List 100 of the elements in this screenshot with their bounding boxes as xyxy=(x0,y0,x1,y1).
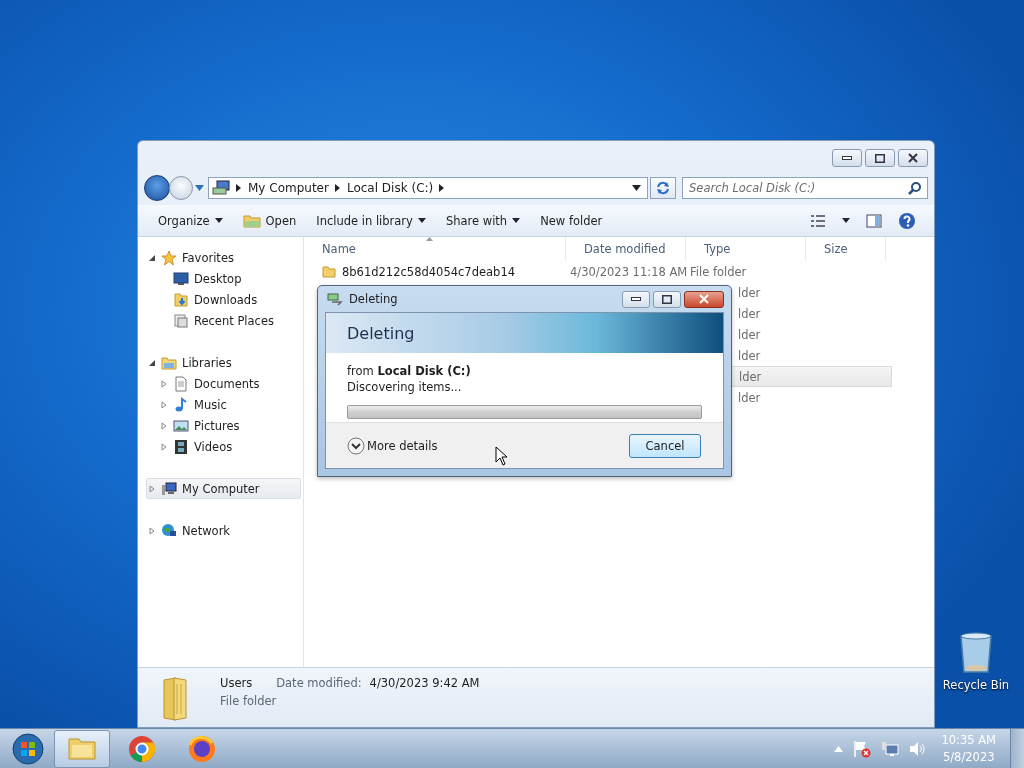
folder-icon xyxy=(322,265,336,278)
chevron-down-icon xyxy=(347,436,365,455)
desktop-icon[interactable]: Recycle Bin xyxy=(940,630,1012,692)
status-text: Discovering items... xyxy=(347,379,463,395)
chevron-icon xyxy=(236,184,242,192)
film-icon xyxy=(173,438,189,455)
cancel-button[interactable]: Cancel xyxy=(629,433,701,458)
caret-icon xyxy=(512,218,521,223)
collapsed-arrow-icon xyxy=(148,526,156,535)
refresh-button[interactable] xyxy=(650,177,676,199)
collapsed-arrow-icon xyxy=(160,400,168,409)
network-icon[interactable] xyxy=(881,740,900,757)
item-type: File folder xyxy=(220,694,278,708)
recycle-icon xyxy=(327,292,343,306)
sidebar-item[interactable]: Music xyxy=(138,394,303,415)
chevron-icon xyxy=(439,184,446,192)
type-text: lder xyxy=(738,327,761,342)
computer-icon xyxy=(212,180,230,196)
sort-arrow-icon xyxy=(426,237,433,241)
mouse-pointer-icon xyxy=(495,446,509,466)
sidebar-item[interactable]: My Computer xyxy=(146,478,301,499)
help-icon[interactable] xyxy=(898,211,916,230)
maximize-icon xyxy=(875,153,885,163)
music-note-icon xyxy=(173,396,189,413)
minimize-icon xyxy=(631,297,641,301)
sidebar-item[interactable]: Pictures xyxy=(138,415,303,436)
breadcrumb[interactable]: Local Disk (C:) xyxy=(346,181,434,195)
column-header[interactable]: Date modified xyxy=(566,237,686,261)
file-name[interactable]: 8b61d212c58d4054c7deab14 xyxy=(342,264,516,279)
type-text: lder xyxy=(738,348,761,363)
type-text: lder xyxy=(738,306,761,321)
folder-icon xyxy=(160,676,190,722)
close-button[interactable] xyxy=(684,290,724,308)
collapsed-arrow-icon xyxy=(148,484,156,493)
sidebar-item[interactable]: Favorites xyxy=(138,247,303,268)
toolbar-button[interactable]: Organize xyxy=(154,210,227,231)
sidebar-item[interactable]: Recent Places xyxy=(138,310,303,331)
item-name: Users xyxy=(220,676,253,690)
minimize-icon xyxy=(842,156,852,160)
refresh-icon xyxy=(655,181,671,195)
sidebar-item[interactable]: Videos xyxy=(138,436,303,457)
breadcrumb[interactable]: My Computer xyxy=(248,181,329,195)
field-label: Date modified: xyxy=(276,676,362,690)
maximize-icon xyxy=(662,294,672,304)
trash-bin-icon xyxy=(958,630,994,674)
type-text: lder xyxy=(738,390,761,405)
minimize-button[interactable] xyxy=(832,149,862,167)
close-button[interactable] xyxy=(898,149,928,167)
column-header[interactable]: Name xyxy=(304,237,566,261)
toolbar-button[interactable]: Open xyxy=(238,210,301,231)
sidebar-item[interactable]: Downloads xyxy=(138,289,303,310)
collapsed-arrow-icon xyxy=(160,379,168,388)
field-value: 4/30/2023 9:42 AM xyxy=(369,676,480,690)
sidebar-item[interactable]: Network xyxy=(138,520,303,541)
flag-icon[interactable] xyxy=(853,739,872,758)
folder-icon xyxy=(161,354,177,371)
folder-icon xyxy=(173,291,189,308)
dialog-heading: Deleting xyxy=(347,323,415,343)
column-header[interactable]: Size xyxy=(806,237,886,261)
caret-icon[interactable] xyxy=(842,218,850,223)
picture-icon xyxy=(173,417,189,434)
address-bar[interactable]: My Computer Local Disk (C:) xyxy=(208,177,648,199)
caret-icon xyxy=(417,218,426,223)
search-icon xyxy=(908,181,922,195)
sidebar-item[interactable]: Libraries xyxy=(138,352,303,373)
close-icon xyxy=(908,153,918,163)
caret-icon xyxy=(214,218,223,223)
dropdown-arrow-icon[interactable] xyxy=(632,185,641,191)
folder-icon xyxy=(242,213,261,228)
computer-icon xyxy=(161,480,177,497)
toolbar-button[interactable]: Share with xyxy=(441,210,525,231)
monitor-icon xyxy=(173,270,189,287)
source-text: from Local Disk (C:) xyxy=(347,363,472,379)
maximize-button[interactable] xyxy=(653,290,681,308)
collapsed-arrow-icon xyxy=(160,442,168,451)
back-button[interactable] xyxy=(144,175,170,201)
sidebar-item[interactable]: Desktop xyxy=(138,268,303,289)
view-list-icon[interactable] xyxy=(810,214,826,227)
sidebar-item[interactable]: Documents xyxy=(138,373,303,394)
taskbar-app-button[interactable] xyxy=(54,729,110,768)
column-header[interactable]: Type xyxy=(686,237,806,261)
window-title: Deleting xyxy=(349,292,398,306)
expanded-arrow-icon xyxy=(148,253,156,262)
star-icon xyxy=(161,249,177,266)
collapsed-arrow-icon xyxy=(160,421,168,430)
more-details-button[interactable]: More details xyxy=(347,436,438,455)
type-text: lder xyxy=(738,285,761,300)
search-field[interactable]: Search Local Disk (C:) xyxy=(682,177,928,199)
document-icon xyxy=(173,375,189,392)
close-icon xyxy=(699,294,709,304)
chevron-icon xyxy=(334,184,341,192)
date-text: 4/30/2023 11:18 AM xyxy=(570,264,688,279)
expanded-arrow-icon xyxy=(148,358,156,367)
toolbar-button[interactable]: New folder xyxy=(536,210,607,231)
globe-icon xyxy=(161,522,177,539)
preview-pane-icon[interactable] xyxy=(866,213,882,228)
type-text: File folder xyxy=(690,264,747,279)
toolbar-button[interactable]: Include in library xyxy=(312,210,430,231)
maximize-button[interactable] xyxy=(865,149,895,167)
minimize-button[interactable] xyxy=(622,290,650,308)
